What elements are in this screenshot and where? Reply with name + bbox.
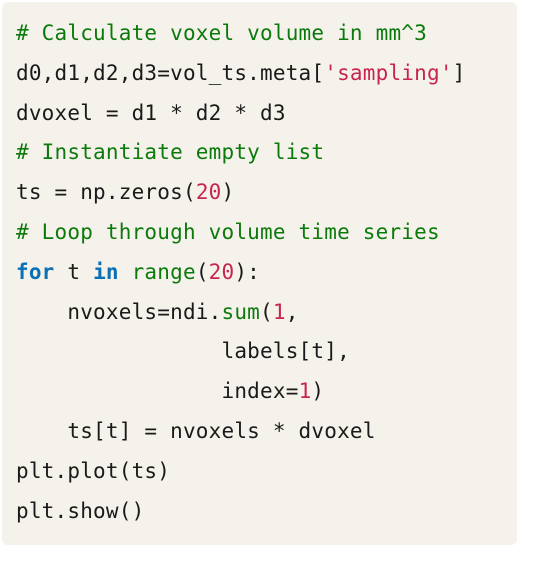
code-token-keyword: for bbox=[16, 259, 55, 284]
code-token-plain: ] bbox=[452, 60, 466, 85]
code-line: ts = np.zeros(20) bbox=[16, 173, 517, 213]
code-line: labels[t], bbox=[16, 332, 517, 372]
code-token-plain: ( bbox=[195, 259, 209, 284]
code-line: for t in range(20): bbox=[16, 253, 517, 293]
code-token-number: 20 bbox=[208, 259, 235, 284]
code-block: # Calculate voxel volume in mm^3 d0,d1,d2… bbox=[2, 2, 517, 545]
code-line: # Calculate voxel volume in mm^3 bbox=[16, 14, 517, 54]
code-token-comment: # Loop through volume time series bbox=[16, 219, 440, 244]
code-line: dvoxel = d1 * d2 * d3 bbox=[16, 94, 517, 134]
code-token-keyword: in bbox=[93, 259, 119, 284]
code-token-number: 1 bbox=[298, 379, 312, 404]
code-token-builtin: sum bbox=[221, 299, 261, 324]
code-token-plain: nvoxels=ndi. bbox=[16, 299, 222, 324]
code-token-plain: t bbox=[54, 259, 94, 284]
code-token-number: 1 bbox=[272, 299, 286, 324]
code-line: # Instantiate empty list bbox=[16, 133, 517, 173]
code-token-comment: # Calculate voxel volume in mm^3 bbox=[16, 21, 427, 45]
code-line: ts[t] = nvoxels * dvoxel bbox=[16, 412, 517, 452]
code-line: nvoxels=ndi.sum(1, bbox=[16, 293, 517, 333]
code-token-plain: dvoxel = d1 * d2 * d3 bbox=[16, 100, 286, 125]
code-token-plain: ( bbox=[260, 299, 273, 324]
code-token-plain: plt.show() bbox=[16, 498, 145, 523]
code-token-builtin: range bbox=[131, 259, 196, 284]
code-token-plain: labels[t], bbox=[16, 339, 350, 364]
code-token-comment: # Instantiate empty list bbox=[16, 140, 325, 165]
code-token-plain: ts = np.zeros( bbox=[16, 180, 196, 205]
code-token-number: 20 bbox=[195, 180, 222, 205]
code-line: index=1) bbox=[16, 372, 517, 412]
code-line: plt.show() bbox=[16, 492, 517, 532]
code-token-plain: d0,d1,d2,d3=vol_ts.meta[ bbox=[16, 60, 325, 85]
code-token-plain: index= bbox=[16, 379, 299, 404]
code-token-plain: ) bbox=[311, 379, 325, 404]
code-token-plain: ts[t] = nvoxels * dvoxel bbox=[16, 418, 376, 443]
code-token-plain: ) bbox=[221, 180, 235, 205]
code-token-string: 'sampling' bbox=[324, 60, 453, 85]
code-line: d0,d1,d2,d3=vol_ts.meta['sampling'] bbox=[16, 54, 517, 94]
code-token-plain: , bbox=[285, 299, 299, 324]
code-token-plain: plt.plot(ts) bbox=[16, 458, 171, 483]
code-token-plain: ): bbox=[234, 259, 261, 284]
code-line: plt.plot(ts) bbox=[16, 452, 517, 492]
code-line: # Loop through volume time series bbox=[16, 213, 517, 253]
